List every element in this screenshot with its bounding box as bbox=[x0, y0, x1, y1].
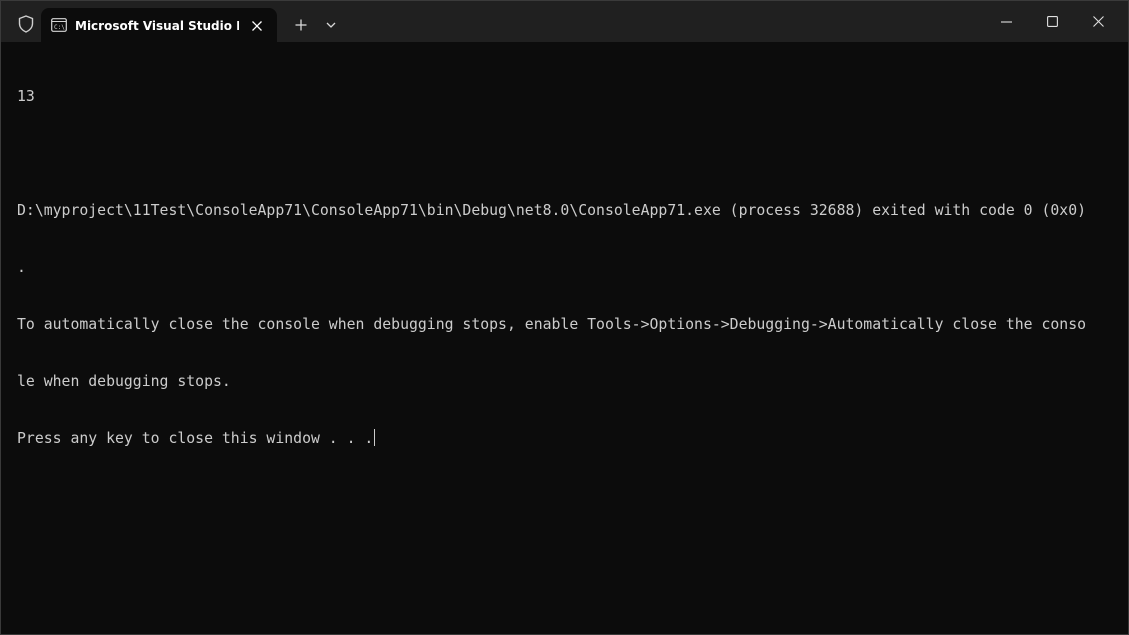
console-line: le when debugging stops. bbox=[17, 373, 231, 390]
console-line: 13 bbox=[17, 88, 35, 105]
maximize-icon bbox=[1046, 16, 1058, 27]
terminal-window: C:\ Microsoft Visual Studio Debug Consol… bbox=[0, 0, 1129, 635]
close-window-button[interactable] bbox=[1075, 1, 1121, 42]
chevron-down-icon[interactable] bbox=[319, 13, 343, 37]
tab-debug-console[interactable]: C:\ Microsoft Visual Studio Debug Consol… bbox=[41, 8, 277, 42]
shield-icon bbox=[15, 13, 37, 35]
text-cursor bbox=[374, 429, 376, 446]
console-prompt-line: Press any key to close this window . . . bbox=[17, 429, 1117, 448]
title-bar[interactable]: C:\ Microsoft Visual Studio Debug Consol… bbox=[1, 1, 1128, 42]
plus-icon[interactable] bbox=[289, 13, 313, 37]
maximize-button[interactable] bbox=[1029, 1, 1075, 42]
close-icon bbox=[1092, 16, 1104, 27]
console-line: D:\myproject\11Test\ConsoleApp71\Console… bbox=[17, 202, 1087, 219]
console-icon: C:\ bbox=[51, 18, 67, 32]
console-output[interactable]: 13 D:\myproject\11Test\ConsoleApp71\Cons… bbox=[17, 49, 1117, 627]
minimize-icon bbox=[1000, 20, 1012, 23]
tab-title: Microsoft Visual Studio Debug Console bbox=[75, 19, 239, 33]
console-prompt-text: Press any key to close this window . . . bbox=[17, 430, 374, 447]
close-icon[interactable] bbox=[247, 16, 267, 36]
console-line: To automatically close the console when … bbox=[17, 316, 1087, 333]
console-line: . bbox=[17, 259, 26, 276]
svg-text:C:\: C:\ bbox=[54, 24, 65, 31]
minimize-button[interactable] bbox=[983, 1, 1029, 42]
